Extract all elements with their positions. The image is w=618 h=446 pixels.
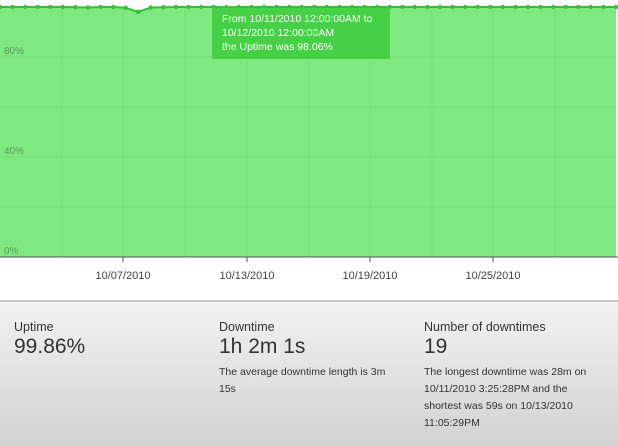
- uptime-point[interactable]: [400, 4, 405, 10]
- uptime-point[interactable]: [48, 4, 53, 10]
- x-tick-label: 10/13/2010: [219, 270, 274, 282]
- uptime-point[interactable]: [500, 4, 506, 10]
- uptime-point[interactable]: [173, 4, 179, 10]
- downtime-count-note: The longest downtime was 28m on 10/11/20…: [424, 366, 587, 429]
- uptime-point[interactable]: [613, 4, 618, 10]
- x-tick-label: 10/19/2010: [342, 270, 397, 282]
- uptime-point[interactable]: [85, 5, 91, 10]
- uptime-point[interactable]: [35, 4, 40, 10]
- uptime-point[interactable]: [475, 4, 480, 10]
- y-tick-label: 80%: [4, 46, 24, 57]
- uptime-point[interactable]: [488, 4, 493, 10]
- x-tick-label: 10/25/2010: [465, 270, 520, 282]
- uptime-point[interactable]: [525, 4, 531, 10]
- uptime-point[interactable]: [462, 4, 468, 10]
- uptime-point[interactable]: [563, 4, 568, 10]
- uptime-stat: Uptime 99.86%: [14, 320, 194, 359]
- uptime-point[interactable]: [198, 4, 204, 10]
- uptime-point[interactable]: [412, 4, 418, 10]
- tooltip-line-range-start: From 10/11/2010 12:00:00AM to: [222, 13, 373, 25]
- uptime-point[interactable]: [161, 5, 166, 10]
- x-tick-label: 10/07/2010: [95, 270, 150, 282]
- downtime-count-stat: Number of downtimes 19 The longest downt…: [424, 320, 604, 432]
- uptime-point[interactable]: [60, 4, 66, 10]
- downtime-value: 1h 2m 1s: [219, 335, 306, 358]
- downtime-note: The average downtime length is 3m 15s: [219, 366, 386, 395]
- downtime-stat: Downtime 1h 2m 1s The average downtime l…: [219, 320, 401, 398]
- uptime-point[interactable]: [450, 4, 455, 10]
- uptime-point[interactable]: [538, 4, 543, 10]
- uptime-point[interactable]: [425, 4, 430, 10]
- downtime-label: Downtime: [219, 320, 275, 334]
- uptime-point[interactable]: [513, 4, 518, 10]
- uptime-point[interactable]: [22, 4, 28, 10]
- uptime-point[interactable]: [123, 5, 128, 10]
- uptime-point[interactable]: [136, 9, 141, 15]
- uptime-label: Uptime: [14, 320, 54, 334]
- uptime-point[interactable]: [148, 5, 154, 10]
- uptime-point[interactable]: [186, 4, 191, 10]
- y-tick-label: 0%: [4, 246, 19, 257]
- downtime-count-value: 19: [424, 335, 448, 358]
- downtime-count-label: Number of downtimes: [424, 320, 546, 334]
- uptime-value: 99.86%: [14, 335, 86, 358]
- y-tick-label: 40%: [4, 146, 24, 157]
- uptime-point[interactable]: [576, 4, 581, 10]
- uptime-point[interactable]: [550, 4, 556, 10]
- tooltip-line-uptime: the Uptime was 98.06%: [222, 41, 333, 53]
- uptime-point[interactable]: [98, 4, 103, 10]
- uptime-point[interactable]: [73, 5, 78, 10]
- uptime-point[interactable]: [601, 4, 606, 10]
- tooltip-line-range-end: 10/12/2010 12:00:00AM: [222, 27, 335, 39]
- uptime-tooltip: From 10/11/2010 12:00:00AM to 10/12/2010…: [212, 8, 390, 59]
- stats-panel: Uptime 99.86% Downtime 1h 2m 1s The aver…: [0, 300, 618, 446]
- uptime-point[interactable]: [588, 4, 594, 10]
- uptime-point[interactable]: [437, 4, 443, 10]
- uptime-point[interactable]: [10, 4, 15, 10]
- uptime-point[interactable]: [110, 4, 116, 10]
